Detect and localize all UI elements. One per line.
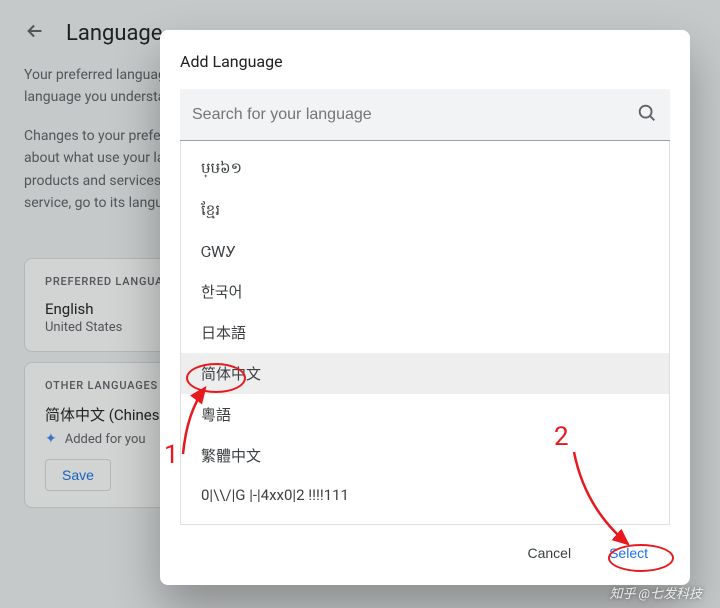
select-button[interactable]: Select bbox=[599, 539, 658, 567]
list-item[interactable]: 粵語 bbox=[181, 394, 669, 435]
search-input[interactable] bbox=[192, 106, 636, 124]
list-item[interactable]: 繁體中文 bbox=[181, 435, 669, 476]
add-language-modal: Add Language ឞ្ឞ៦១ខ្មែរᏣᎳᎩ한국어日本語简体中文粵語繁體… bbox=[160, 30, 690, 585]
list-item[interactable]: ឞ្ឞ៦១ bbox=[181, 149, 669, 191]
search-icon[interactable] bbox=[636, 102, 658, 128]
list-item[interactable]: 简体中文 bbox=[181, 353, 669, 394]
cancel-button[interactable]: Cancel bbox=[517, 539, 581, 567]
list-item[interactable]: 日本語 bbox=[181, 312, 669, 353]
search-box bbox=[180, 89, 670, 141]
list-item[interactable]: 0|\\/|G |-|4xx0|2 !!!!111 bbox=[181, 476, 669, 514]
list-item[interactable]: ខ្មែរ bbox=[181, 191, 669, 233]
annotation-number-2: 2 bbox=[554, 422, 569, 452]
list-item[interactable]: ᏣᎳᎩ bbox=[181, 233, 669, 271]
watermark: 知乎 @七发科技 bbox=[609, 583, 702, 602]
language-list[interactable]: ឞ្ឞ៦១ខ្មែរᏣᎳᎩ한국어日本語简体中文粵語繁體中文0|\\/|G |-|… bbox=[181, 141, 669, 524]
annotation-number-1: 1 bbox=[164, 440, 179, 470]
list-item[interactable]: 한국어 bbox=[181, 271, 669, 312]
modal-title: Add Language bbox=[180, 52, 670, 71]
